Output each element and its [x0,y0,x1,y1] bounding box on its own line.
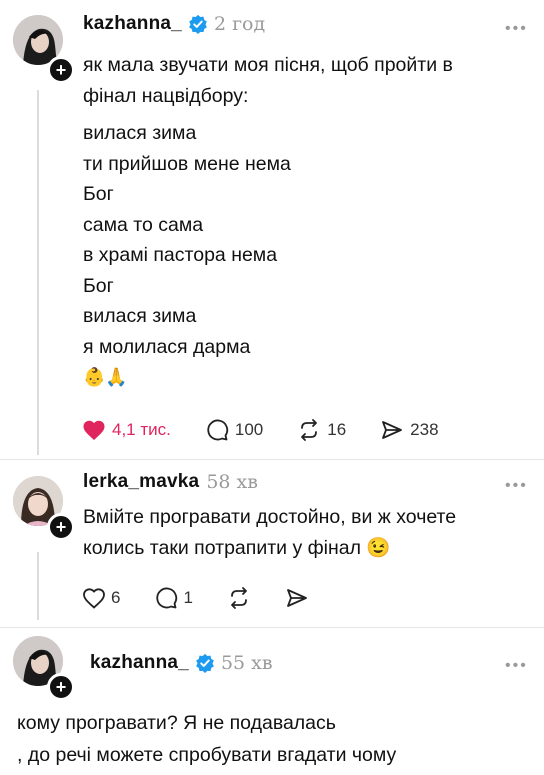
reply-username[interactable]: kazhanna_ [90,652,189,674]
reply-line: колись таки потрапити у фінал 😉 [83,533,456,564]
post-time: 2 год [213,13,266,35]
follow-plus-icon[interactable]: + [47,673,75,701]
comment-button[interactable]: 1 [154,586,193,610]
reply-time: 58 хв [206,471,258,493]
comment-button[interactable]: 100 [205,418,263,442]
lyric-line: Бог [83,274,114,297]
lyric-line: я молилася дарма [83,335,251,358]
repost-button[interactable]: 16 [297,418,346,442]
more-options-icon[interactable]: ••• [505,20,528,38]
follow-plus-icon[interactable]: + [47,513,75,541]
repost-icon [231,587,247,609]
share-button[interactable] [285,586,309,610]
verified-badge-icon [189,14,207,34]
like-count: 6 [111,588,121,607]
reply-line-text: колись таки потрапити у фінал [83,536,361,559]
like-count: 4,1 тис. [112,420,171,439]
thread-line [37,552,39,620]
lyric-line: сама то сама [83,213,204,236]
wink-emoji: 😉 [366,536,391,559]
more-options-icon[interactable]: ••• [505,477,528,495]
reply-time: 55 хв [220,652,273,674]
send-icon [287,589,307,607]
share-count: 238 [410,420,439,439]
reply-text: кому програвати? Я не подавалась , до ре… [17,707,396,771]
divider [0,459,544,460]
repost-count: 16 [327,420,347,439]
lyric-line: Бог [83,183,114,205]
comment-icon [156,587,178,609]
more-options-icon[interactable]: ••• [505,657,528,675]
like-button[interactable]: 4,1 тис. [82,418,171,442]
lyric-line: ти прийшов мене нема [83,152,291,175]
heart-icon [83,588,105,609]
post-caption: як мала звучати моя пісня, щоб пройти в … [83,50,453,111]
lyric-line: вилася зима [83,305,197,327]
send-icon [382,421,403,439]
caption-line: фінал нацвідбору: [83,84,249,107]
reply-line: Вмійте програвати достойно, ви ж хочете [83,506,457,528]
lyric-line: вилася зима [83,122,197,144]
share-button[interactable]: 238 [380,418,439,442]
post-username[interactable]: kazhanna_ [83,13,182,35]
divider [0,627,544,628]
comment-count: 100 [234,420,264,439]
verified-badge-icon [196,653,214,673]
post-emojis: 👶🙏 [83,367,128,387]
thread-line [37,90,39,455]
comment-icon [207,419,228,441]
follow-plus-icon[interactable]: + [47,56,75,84]
reply-line: кому програвати? Я не подавалась [17,712,336,734]
caption-line: як мала звучати моя пісня, щоб пройти в [83,54,453,76]
like-button[interactable]: 6 [82,586,120,610]
heart-filled-icon [83,420,105,440]
reply-line: , до речі можете спробувати вгадати чому [17,744,397,766]
repost-button[interactable] [227,586,251,610]
post-lyrics: вилася зима ти прийшов мене нема Бог сам… [83,118,291,393]
repost-icon [301,419,318,441]
reply-username[interactable]: lerka_mavka [83,471,199,493]
reply-text: Вмійте програвати достойно, ви ж хочете … [83,502,456,563]
lyric-line: в храмі пастора нема [83,244,278,266]
comment-count: 1 [183,588,193,607]
